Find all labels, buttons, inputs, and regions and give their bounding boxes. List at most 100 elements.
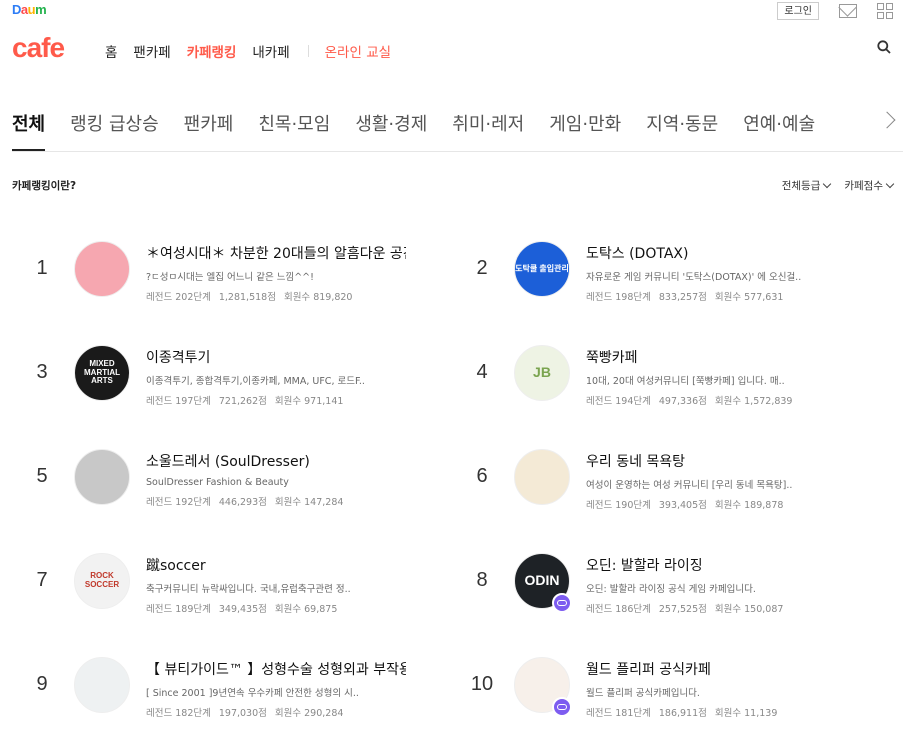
cafe-description: [ Since 2001 ]9년연속 우수카페 안전한 성형의 시..: [146, 688, 359, 699]
tab-item[interactable]: 팬카페: [184, 108, 234, 151]
stat-members: 회원수 147,284: [274, 497, 344, 508]
stat-score: 446,293점: [218, 497, 267, 508]
ranking-item[interactable]: 3 MIXED MARTIAL ARTS 이종격투기 이종격투기, 종합격투기,이종카…: [22, 345, 442, 415]
cafe-name[interactable]: 이종격투기: [146, 347, 406, 367]
tab-item[interactable]: 친목·모임: [258, 108, 330, 151]
stat-score: 349,435점: [218, 604, 267, 615]
tab-item[interactable]: 생활·경제: [355, 108, 427, 151]
cafe-info: 우리 동네 목욕탕 여성이 운영하는 여성 커뮤니티 [우리 동네 목욕탕].. 레…: [586, 451, 846, 511]
daum-logo[interactable]: Daum: [12, 2, 47, 17]
tab-item[interactable]: 랭킹 급상승: [70, 108, 159, 151]
stat-level: 레전드 182단계: [146, 708, 211, 719]
nav-divider: [307, 45, 309, 57]
stat-level: 레전드 189단계: [146, 604, 211, 615]
ranking-item[interactable]: 7 ROCK SOCCER 蹴soccer 축구커뮤니티 뉴락싸입니다. 국내,유럽축…: [22, 553, 442, 623]
tab-item[interactable]: 연예·예술: [743, 108, 815, 151]
cafe-info: 쭉빵카페 10대, 20대 여성커뮤니티 [쭉빵카페] 입니다. 매.. 레전드 1…: [586, 347, 846, 407]
cafe-info: 【 뷰티가이드™ 】성형수술 성형외과 부작용 후기 [ Since 2001 ]…: [146, 659, 406, 719]
cafe-info: 蹴soccer 축구커뮤니티 뉴락싸입니다. 국내,유럽축구관련 정.. 레전드 1…: [146, 555, 406, 615]
cafe-name[interactable]: 도탁스 (DOTAX): [586, 243, 846, 263]
nav-home[interactable]: 홈: [105, 41, 117, 61]
cafe-avatar[interactable]: [74, 449, 130, 505]
tab-item[interactable]: 취미·레저: [452, 108, 524, 151]
cafe-stats: 레전드 181단계 186,911점 회원수 11,139: [586, 705, 846, 719]
rank-number: 2: [476, 257, 488, 279]
stat-level: 레전드 197단계: [146, 396, 211, 407]
stat-members: 회원수 69,875: [274, 604, 338, 615]
apps-grid-icon[interactable]: [877, 3, 893, 19]
stat-level: 레전드 198단계: [586, 292, 651, 303]
score-sort[interactable]: 카페점수: [844, 178, 895, 193]
cafe-description: 월드 플리퍼 공식카페입니다.: [586, 688, 700, 699]
cafe-name[interactable]: 蹴soccer: [146, 555, 406, 575]
grade-filter[interactable]: 전체등급: [781, 178, 832, 193]
rank-number: 4: [476, 361, 488, 383]
rank-number: 5: [36, 465, 48, 487]
cafe-name[interactable]: 월드 플리퍼 공식카페: [586, 659, 846, 679]
ranking-info-link[interactable]: 카페랭킹이란?: [12, 178, 76, 193]
stat-members: 회원수 819,820: [283, 292, 353, 303]
ranking-item[interactable]: 8 ODIN 오딘: 발할라 라이징 오딘: 발할라 라이징 공식 게임 카페입니다.…: [462, 553, 882, 623]
ranking-item[interactable]: 4 JB 쭉빵카페 10대, 20대 여성커뮤니티 [쭉빵카페] 입니다. 매.. 레전…: [462, 345, 882, 415]
stat-score: 393,405점: [658, 500, 707, 511]
ranking-item[interactable]: 10 월드 플리퍼 공식카페월드 플리퍼 공식카페입니다. 레전드 181단계 186…: [462, 657, 882, 727]
nav-online-class[interactable]: 온라인 교실: [325, 41, 391, 61]
login-button[interactable]: 로그인: [777, 2, 819, 20]
stat-members: 회원수 290,284: [274, 708, 344, 719]
main-nav: 홈 팬카페 카페랭킹 내카페 온라인 교실: [105, 41, 391, 61]
stat-score: 186,911점: [658, 708, 707, 719]
nav-cafe-ranking[interactable]: 카페랭킹: [187, 41, 237, 61]
score-sort-label: 카페점수: [844, 180, 883, 192]
tab-item[interactable]: 지역·동문: [646, 108, 718, 151]
stat-members: 회원수 189,878: [714, 500, 784, 511]
cafe-avatar[interactable]: [74, 241, 130, 297]
stat-score: 833,257점: [658, 292, 707, 303]
ranking-item[interactable]: 9 【 뷰티가이드™ 】성형수술 성형외과 부작용 후기 [ Since 2001 …: [22, 657, 442, 727]
cafe-stats: 레전드 197단계 721,262점 회원수 971,141: [146, 393, 406, 407]
cafe-description: 이종격투기, 종합격투기,이종카페, MMA, UFC, 로드F..: [146, 376, 365, 387]
ranking-item[interactable]: 2 도탁쿨 출입관리 도탁스 (DOTAX) 자유로운 게임 커뮤니티 '도탁스(DO…: [462, 241, 882, 311]
stat-level: 레전드 202단계: [146, 292, 211, 303]
cafe-info: 이종격투기이종격투기, 종합격투기,이종카페, MMA, UFC, 로드F.. 레…: [146, 347, 406, 407]
cafe-avatar[interactable]: ROCK SOCCER: [74, 553, 130, 609]
avatar-label: MIXED MARTIAL ARTS: [84, 358, 120, 386]
cafe-description: 축구커뮤니티 뉴락싸입니다. 국내,유럽축구관련 정..: [146, 584, 351, 595]
ranking-item[interactable]: 6 우리 동네 목욕탕 여성이 운영하는 여성 커뮤니티 [우리 동네 목욕탕]..…: [462, 449, 882, 519]
cafe-info: 도탁스 (DOTAX) 자유로운 게임 커뮤니티 '도탁스(DOTAX)' 에 오…: [586, 243, 846, 303]
cafe-avatar[interactable]: 도탁쿨 출입관리: [514, 241, 570, 297]
ranking-item[interactable]: 5 소울드레서 (SoulDresser) SoulDresser Fashion …: [22, 449, 442, 519]
ranking-item[interactable]: 1 ＊여성시대＊ 차분한 20대들의 알흠다운 공간 ?ㄷ성ㅁ시대는 엘집 어느니 …: [22, 241, 442, 311]
category-tabs: 전체 랭킹 급상승 팬카페 친목·모임 생활·경제 취미·레저 게임·만화 지역·동문 연예·예…: [12, 108, 903, 152]
cafe-name[interactable]: 오딘: 발할라 라이징: [586, 555, 846, 575]
search-icon[interactable]: [877, 40, 891, 54]
cafe-stats: 레전드 202단계 1,281,518점 회원수 819,820: [146, 289, 406, 303]
tab-item[interactable]: 전체: [12, 108, 46, 151]
game-controller-icon: [552, 697, 572, 717]
avatar-label: ODIN: [524, 572, 560, 589]
cafe-stats: 레전드 186단계 257,525점 회원수 150,087: [586, 601, 846, 615]
cafe-name[interactable]: 쭉빵카페: [586, 347, 846, 367]
cafe-description: 10대, 20대 여성커뮤니티 [쭉빵카페] 입니다. 매..: [586, 376, 785, 387]
rank-number: 7: [36, 569, 48, 591]
cafe-avatar[interactable]: [514, 449, 570, 505]
nav-fancafe[interactable]: 팬카페: [133, 41, 170, 61]
cafe-logo[interactable]: cafe: [12, 32, 65, 64]
cafe-avatar[interactable]: MIXED MARTIAL ARTS: [74, 345, 130, 401]
cafe-avatar[interactable]: JB: [514, 345, 570, 401]
stat-level: 레전드 181단계: [586, 708, 651, 719]
cafe-avatar[interactable]: [74, 657, 130, 713]
mail-icon[interactable]: [839, 4, 857, 18]
cafe-name[interactable]: ＊여성시대＊ 차분한 20대들의 알흠다운 공간: [146, 243, 406, 263]
grade-filter-label: 전체등급: [781, 180, 821, 192]
cafe-name[interactable]: 【 뷰티가이드™ 】성형수술 성형외과 부작용 후기: [146, 659, 406, 679]
rank-number: 10: [470, 673, 494, 695]
avatar-label: JB: [533, 364, 551, 381]
game-controller-icon: [552, 593, 572, 613]
tab-item[interactable]: 게임·만화: [549, 108, 621, 151]
cafe-name[interactable]: 우리 동네 목욕탕: [586, 451, 846, 471]
cafe-info: 오딘: 발할라 라이징 오딘: 발할라 라이징 공식 게임 카페입니다. 레전드 1…: [586, 555, 846, 615]
nav-my-cafe[interactable]: 내카페: [252, 41, 289, 61]
stat-score: 721,262점: [218, 396, 267, 407]
chevron-down-icon: [885, 179, 895, 189]
cafe-name[interactable]: 소울드레서 (SoulDresser): [146, 451, 406, 471]
